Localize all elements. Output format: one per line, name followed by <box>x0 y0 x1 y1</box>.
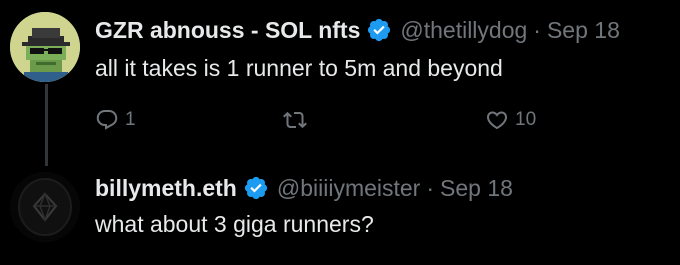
action-bar: 1 10 <box>95 108 655 136</box>
avatar[interactable] <box>10 12 80 82</box>
verified-badge-icon <box>366 17 392 43</box>
tweet-text: all it takes is 1 runner to 5m and beyon… <box>95 55 503 81</box>
avatar[interactable] <box>10 172 80 242</box>
display-name[interactable]: GZR abnouss - SOL nfts <box>95 16 360 44</box>
separator: · <box>533 17 541 43</box>
tweet-header: billymeth.eth @biiiiymeister · Sep 18 <box>95 174 513 202</box>
display-name[interactable]: billymeth.eth <box>95 174 237 202</box>
tweet-header: GZR abnouss - SOL nfts @thetillydog · Se… <box>95 16 620 44</box>
handle[interactable]: @thetillydog <box>400 16 527 44</box>
heart-icon <box>486 111 508 130</box>
verified-badge-icon <box>243 175 269 201</box>
timestamp[interactable]: Sep 18 <box>547 16 620 44</box>
tweet-2[interactable]: billymeth.eth @biiiiymeister · Sep 18 wh… <box>0 165 680 265</box>
reply-count: 1 <box>125 109 136 130</box>
retweet-button[interactable] <box>283 108 313 132</box>
separator: · <box>426 175 435 201</box>
reply-button[interactable]: 1 <box>95 108 136 132</box>
like-button[interactable]: 10 <box>485 108 536 132</box>
diamond-logo-avatar-image <box>10 172 80 242</box>
timestamp[interactable]: Sep 18 <box>440 174 513 202</box>
pixel-frog-avatar-image <box>10 12 80 82</box>
retweet-icon <box>283 111 307 129</box>
handle[interactable]: @biiiiymeister <box>277 174 420 202</box>
tweet-text: what about 3 giga runners? <box>95 211 374 237</box>
reply-icon <box>96 110 118 130</box>
thread-connector <box>45 84 48 166</box>
like-count: 10 <box>515 109 537 130</box>
tweet-1[interactable]: GZR abnouss - SOL nfts @thetillydog · Se… <box>0 0 680 160</box>
